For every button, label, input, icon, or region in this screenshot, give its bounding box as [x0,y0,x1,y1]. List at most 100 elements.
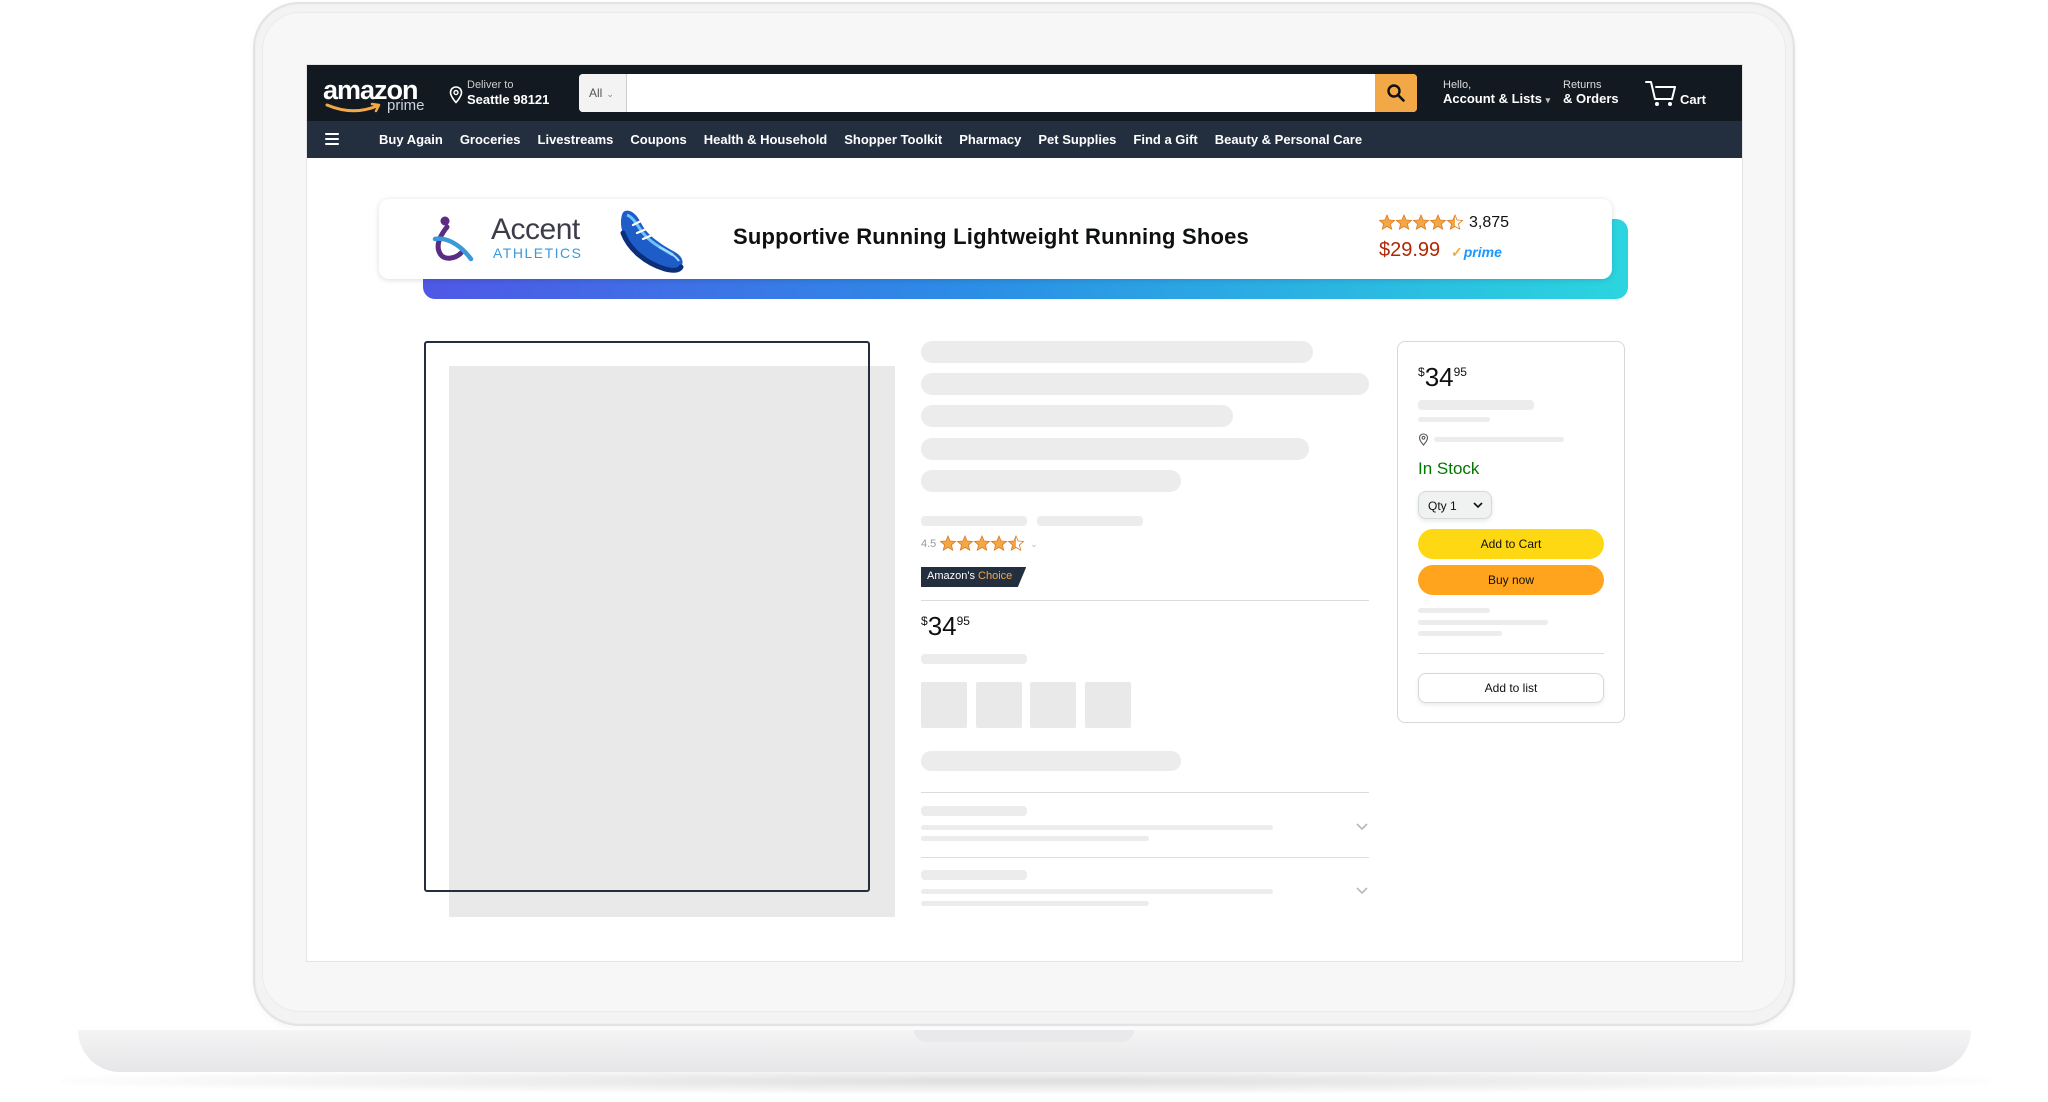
deliver-location: Seattle 98121 [467,92,550,107]
stock-status: In Stock [1418,459,1480,478]
banner-star-rating[interactable]: 3,875 [1379,213,1509,233]
orders-label: & Orders [1563,91,1619,106]
browser-screen: amazon prime Deliver to Seattle 98121 Al… [306,64,1743,962]
prime-check-icon: ✓ [1451,244,1463,260]
variant-swatch[interactable] [921,682,967,728]
price-whole: 34 [1424,362,1454,392]
top-navigation: amazon prime Deliver to Seattle 98121 Al… [307,65,1742,121]
location-skeleton [1434,437,1564,442]
buy-box: $3495 In Stock Qty 1 Add to Cart Buy now… [1397,341,1625,723]
details-skeleton [921,751,1181,771]
divider [921,600,1369,601]
banner-product-title: Supportive Running Lightweight Running S… [733,224,1249,249]
seller-info-skeleton [1418,631,1502,636]
divider [921,857,1369,858]
divider [1418,653,1604,654]
deliver-to-location[interactable]: Deliver to Seattle 98121 [449,79,569,109]
quantity-select[interactable]: Qty 1 [1418,491,1492,519]
search-scope-label: All [589,86,603,100]
nav-beauty-personal-care[interactable]: Beauty & Personal Care [1215,132,1362,147]
cart-button[interactable]: 0 Cart [1644,75,1724,111]
accordion-text-skeleton [921,836,1149,841]
product-image-frame[interactable] [424,341,870,892]
title-skeleton-line [921,438,1309,460]
price-whole: 34 [927,611,957,641]
nav-health-household[interactable]: Health & Household [704,132,828,147]
accordion-text-skeleton [921,825,1273,830]
amazons-choice-badge: Amazon's Choice [921,566,1027,587]
title-skeleton-line [921,405,1233,427]
price-fraction: 95 [956,614,970,628]
price-symbol: $ [1418,365,1425,379]
secondary-navigation: Buy Again Groceries Livestreams Coupons … [307,121,1742,158]
chevron-down-icon [1473,502,1483,509]
add-to-cart-button[interactable]: Add to Cart [1418,529,1604,559]
deliver-label: Deliver to [467,79,514,91]
accordion-text-skeleton [921,901,1149,906]
nav-livestreams[interactable]: Livestreams [538,132,614,147]
nav-find-a-gift[interactable]: Find a Gift [1133,132,1197,147]
search-icon [1387,84,1405,102]
nav-pet-supplies[interactable]: Pet Supplies [1038,132,1116,147]
product-price: $3495 [921,611,970,642]
seller-info-skeleton [1418,608,1490,613]
running-shoe-image [620,210,684,273]
price-fraction: 95 [1453,365,1467,379]
returns-orders-link[interactable]: Returns & Orders [1563,79,1619,106]
chevron-down-icon[interactable] [1356,823,1368,831]
delivery-skeleton [1418,400,1534,410]
chevron-down-icon[interactable] [1356,887,1368,895]
caret-down-icon: ▾ [1545,95,1551,105]
buy-now-button[interactable]: Buy now [1418,565,1604,595]
product-star-rating[interactable]: 4.5 ⌄ [921,535,1038,553]
title-skeleton-line [921,373,1369,395]
brand-subtitle: ATHLETICS [493,245,583,261]
byline-skeleton [921,516,1027,526]
search-bar: All ⌄ [579,74,1417,112]
byline-skeleton [1037,516,1143,526]
brand-name: Accent [491,213,580,246]
variant-swatch[interactable] [976,682,1022,728]
nav-groceries[interactable]: Groceries [460,132,521,147]
location-pin-icon [449,86,463,104]
star-rating-icon [1379,214,1463,230]
search-input[interactable] [627,74,1371,112]
chevron-down-icon: ⌄ [606,89,614,99]
account-greeting: Hello, [1443,79,1472,91]
variant-swatch[interactable] [1085,682,1131,728]
variant-swatch[interactable] [1030,682,1076,728]
sponsored-brand-banner[interactable]: Accent ATHLETICS Supportive Running Ligh… [379,199,1612,279]
menu-icon[interactable] [325,133,339,145]
cart-label: Cart [1680,92,1707,107]
add-to-list-button[interactable]: Add to list [1418,673,1604,703]
nav-buy-again[interactable]: Buy Again [379,132,443,147]
search-scope-dropdown[interactable]: All ⌄ [579,74,627,112]
star-rating-icon [940,535,1025,551]
search-button[interactable] [1375,74,1417,112]
divider [921,792,1369,793]
brand-logo-icon [432,216,474,262]
accordion-heading-skeleton [921,870,1027,880]
rating-value: 4.5 [921,538,937,550]
accordion-text-skeleton [921,889,1273,894]
amazon-prime-logo[interactable]: amazon prime [323,75,433,115]
buybox-price: $3495 [1418,362,1467,393]
badge-label: Amazon's [927,570,975,582]
location-pin-icon [1418,433,1429,446]
prime-label: prime [1463,244,1502,260]
badge-choice: Choice [978,570,1013,582]
seller-info-skeleton [1418,620,1548,625]
logo-prime-text: prime [387,97,425,114]
quantity-label: Qty 1 [1428,499,1457,513]
chevron-down-icon: ⌄ [1030,538,1038,549]
account-lists-menu[interactable]: Hello, Account & Lists ▾ [1443,79,1550,106]
nav-pharmacy[interactable]: Pharmacy [959,132,1021,147]
price-note-skeleton [921,654,1027,664]
smile-icon [325,102,381,113]
category-links: Buy Again Groceries Livestreams Coupons … [379,132,1379,147]
account-lists-label: Account & Lists [1443,91,1542,106]
title-skeleton-line [921,470,1181,492]
nav-coupons[interactable]: Coupons [630,132,686,147]
price-symbol: $ [921,614,928,628]
nav-shopper-toolkit[interactable]: Shopper Toolkit [844,132,942,147]
